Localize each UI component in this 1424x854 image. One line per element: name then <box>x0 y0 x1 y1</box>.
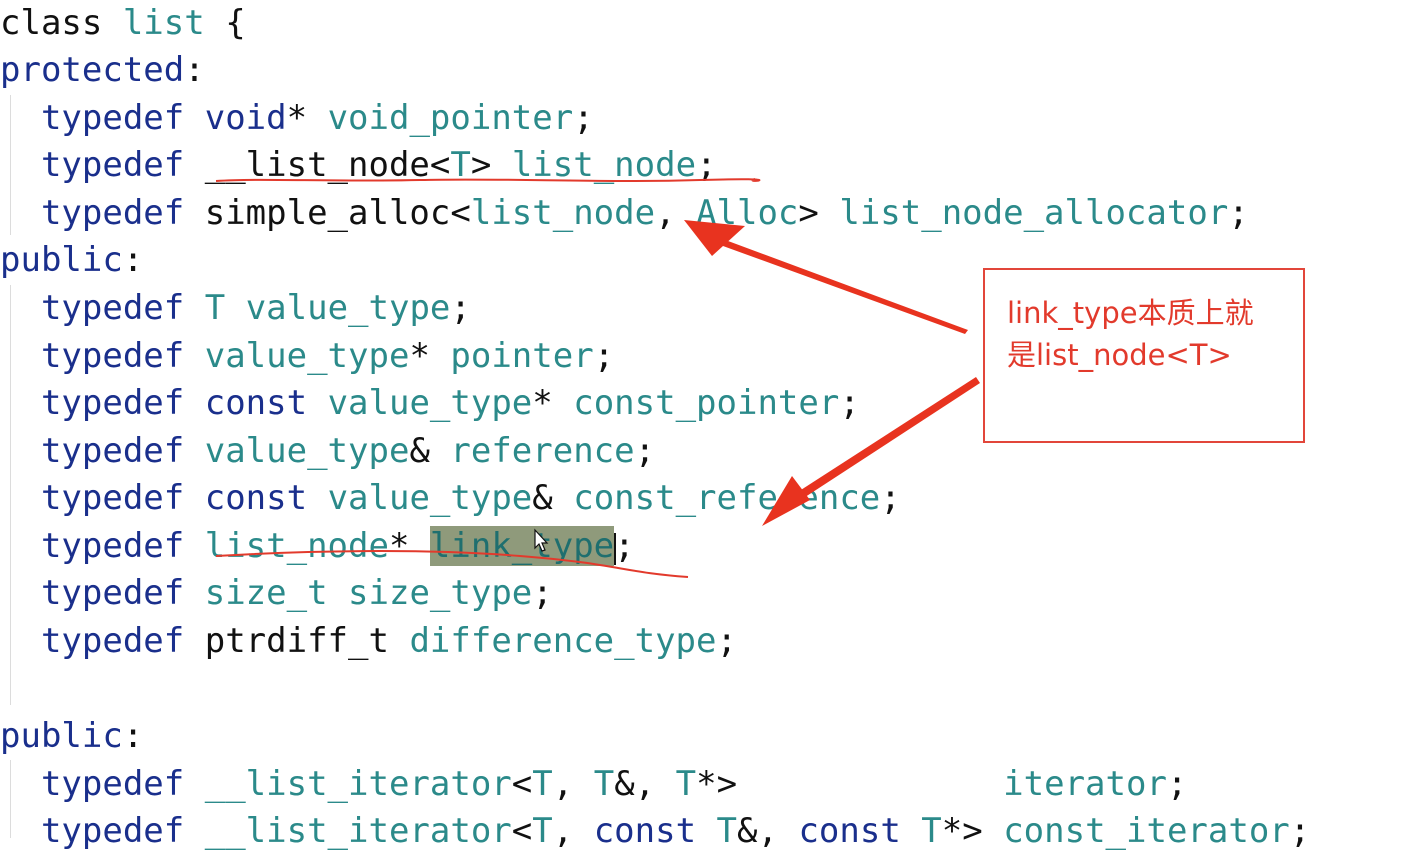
annotation-line-1: link_type本质上就 <box>1007 296 1254 330</box>
underline-link-type <box>215 550 689 578</box>
annotation-line-2: 是list_node<T> <box>1007 338 1232 372</box>
mouse-pointer-icon <box>534 528 549 552</box>
annotation-box: link_type本质上就 是list_node<T> <box>983 268 1305 443</box>
red-arrow-icon <box>762 377 980 526</box>
underline-list-node <box>215 178 761 182</box>
text-caret <box>614 533 617 565</box>
red-arrow-icon <box>684 220 968 334</box>
